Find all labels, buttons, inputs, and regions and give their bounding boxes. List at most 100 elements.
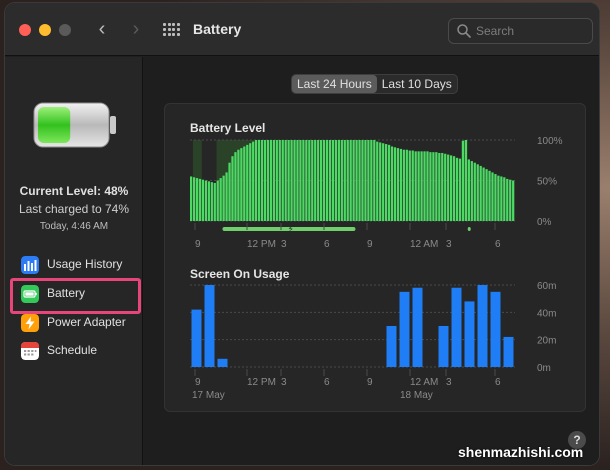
battery-level-bar bbox=[476, 164, 479, 221]
sidebar-item-schedule[interactable]: Schedule bbox=[15, 339, 140, 363]
battery-level-bar bbox=[234, 152, 237, 221]
screen-usage-x-tick-label: 12 PM bbox=[247, 377, 276, 388]
battery-y-tick-label: 100% bbox=[537, 136, 563, 147]
battery-level-bar bbox=[473, 162, 476, 221]
battery-y-tick-label: 0% bbox=[537, 217, 552, 228]
current-level-text: Current Level: 48% bbox=[19, 184, 129, 198]
search-field[interactable] bbox=[448, 18, 593, 44]
battery-level-bar bbox=[405, 149, 408, 221]
window-title: Battery bbox=[193, 21, 242, 37]
screen-usage-date-label: 17 May bbox=[192, 390, 225, 401]
battery-level-bar bbox=[281, 140, 284, 221]
battery-level-bar bbox=[213, 182, 216, 221]
battery-x-tick-label: 3 bbox=[446, 239, 452, 250]
battery-level-bar bbox=[260, 140, 264, 221]
battery-level-bar bbox=[255, 140, 258, 221]
close-window-button[interactable] bbox=[19, 24, 31, 36]
screen-usage-bar bbox=[477, 285, 488, 367]
battery-level-bar bbox=[494, 174, 497, 221]
battery-level-bar bbox=[314, 140, 317, 221]
battery-level-bar bbox=[311, 140, 314, 221]
battery-level-bar bbox=[231, 156, 234, 221]
battery-level-bar bbox=[287, 140, 290, 221]
battery-level-bar bbox=[352, 140, 355, 221]
battery-level-bar bbox=[506, 178, 509, 221]
back-chevron-icon[interactable]: ‹ bbox=[91, 19, 113, 41]
battery-level-bar bbox=[305, 140, 308, 221]
screen-usage-title: Screen On Usage bbox=[190, 267, 290, 281]
screen-usage-bar bbox=[399, 291, 410, 367]
screen-usage-bar bbox=[490, 291, 501, 367]
battery-x-tick-label: 9 bbox=[367, 239, 373, 250]
screen-usage-x-tick-label: 6 bbox=[495, 377, 501, 388]
sidebar-item-usage-history[interactable]: Usage History bbox=[15, 253, 140, 277]
battery-level-bar bbox=[322, 140, 326, 221]
battery-level-bar bbox=[346, 140, 349, 221]
battery-level-bar bbox=[302, 140, 305, 221]
battery-x-tick-label: 6 bbox=[324, 239, 330, 250]
system-preferences-window: ‹ › Battery Search Current Level: 48% La… bbox=[5, 3, 599, 465]
zoom-window-button[interactable] bbox=[59, 24, 71, 36]
battery-level-bar bbox=[488, 170, 491, 221]
battery-level-bar bbox=[414, 151, 417, 221]
battery-level-bar bbox=[429, 152, 432, 221]
battery-level-bar bbox=[364, 140, 367, 221]
search-input[interactable] bbox=[476, 22, 588, 40]
battery-x-tick-label: 3 bbox=[281, 239, 287, 250]
search-icon bbox=[457, 24, 471, 38]
main-content: Last 24 Hours Last 10 Days Battery Level… bbox=[144, 57, 599, 465]
battery-level-bar bbox=[367, 140, 370, 221]
battery-level-bar bbox=[396, 148, 400, 221]
battery-level-bar bbox=[461, 140, 465, 221]
screen-usage-x-tick-label: 6 bbox=[324, 377, 330, 388]
battery-level-bar bbox=[198, 178, 202, 221]
battery-level-bar bbox=[246, 144, 249, 221]
show-all-grid-icon[interactable] bbox=[163, 23, 180, 37]
battery-level-bar bbox=[204, 180, 208, 221]
sidebar-item-power-adapter[interactable]: Power Adapter bbox=[15, 311, 140, 335]
battery-level-bar bbox=[299, 140, 302, 221]
battery-level-bar bbox=[450, 155, 453, 221]
battery-level-bar bbox=[387, 144, 391, 221]
battery-level-bar bbox=[219, 178, 222, 221]
screen-usage-bar bbox=[204, 285, 215, 367]
battery-level-bar bbox=[458, 158, 462, 221]
screen-usage-bar bbox=[412, 287, 423, 367]
battery-level-bar bbox=[408, 150, 411, 221]
battery-y-tick-label: 50% bbox=[537, 177, 557, 188]
battery-level-bar bbox=[222, 175, 225, 221]
last-charged-text: Last charged to 74% bbox=[18, 202, 130, 216]
battery-level-bar bbox=[228, 162, 231, 221]
charts-canvas: Battery Level 100% 50% 0% ⚡ 9 12 PM 3 6 9 12 AM 3 6 S… bbox=[190, 121, 563, 401]
battery-level-bar bbox=[308, 140, 311, 221]
battery-level-bar bbox=[358, 140, 361, 221]
forward-chevron-icon[interactable]: › bbox=[125, 19, 147, 41]
battery-level-bar bbox=[290, 140, 293, 221]
tab-last-24-hours[interactable]: Last 24 Hours bbox=[292, 75, 377, 93]
battery-level-bar bbox=[373, 140, 376, 221]
battery-level-bar bbox=[320, 140, 323, 221]
battery-x-tick-label: 6 bbox=[495, 239, 501, 250]
power-adapter-icon bbox=[21, 314, 39, 332]
battery-level-bar bbox=[263, 140, 267, 221]
battery-level-bar bbox=[325, 140, 329, 221]
screen-usage-y-tick-label: 20m bbox=[537, 336, 556, 347]
title-bar: ‹ › Battery bbox=[5, 3, 599, 56]
minimize-window-button[interactable] bbox=[39, 24, 51, 36]
battery-level-bar bbox=[249, 143, 252, 221]
battery-level-bar bbox=[337, 140, 340, 221]
tab-last-10-days[interactable]: Last 10 Days bbox=[377, 75, 457, 93]
battery-level-bar bbox=[284, 140, 287, 221]
charts-panel: Battery Level 100% 50% 0% ⚡ 9 12 PM 3 6 9 12 AM 3 6 S… bbox=[164, 103, 586, 412]
battery-level-bar bbox=[509, 179, 512, 221]
screen-usage-bar bbox=[464, 301, 475, 367]
battery-level-bar bbox=[216, 180, 219, 221]
battery-level-bar bbox=[349, 140, 352, 221]
battery-level-bar bbox=[343, 140, 346, 221]
battery-level-bar bbox=[252, 141, 255, 221]
battery-level-bar bbox=[269, 140, 273, 221]
battery-level-bar bbox=[195, 178, 199, 221]
battery-level-bar bbox=[393, 147, 397, 221]
battery-level-bar bbox=[441, 152, 444, 221]
battery-level-bar bbox=[423, 151, 426, 221]
